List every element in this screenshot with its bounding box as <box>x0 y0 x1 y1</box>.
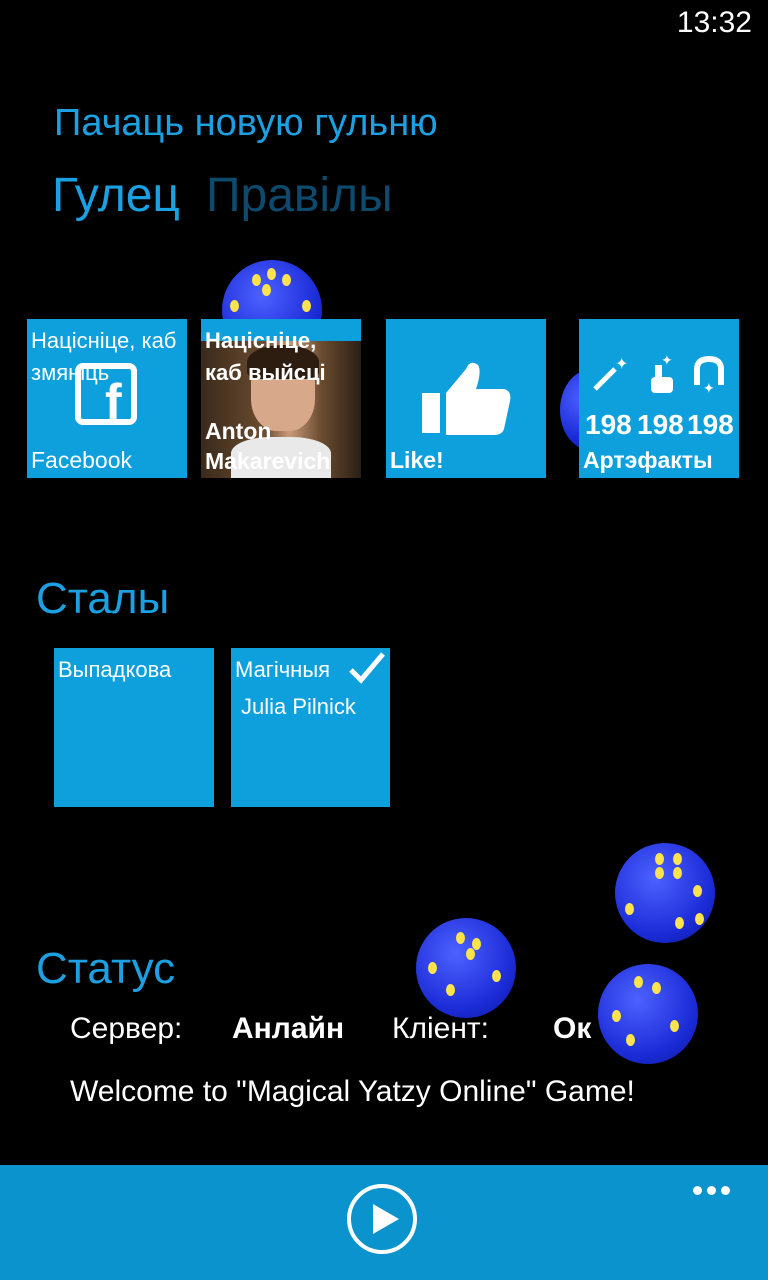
tile-label: Выпадкова <box>58 657 172 682</box>
table-random-tile[interactable]: Выпадкова <box>54 648 214 807</box>
tile-label: Магічныя <box>235 657 331 682</box>
server-label: Сервер: <box>70 1012 183 1045</box>
die-decoration <box>598 964 698 1064</box>
magnet-icon: ✦ <box>694 355 724 395</box>
table-magic-tile[interactable]: Магічныя Julia Pilnick <box>231 648 390 807</box>
client-label: Кліент: <box>392 1012 489 1045</box>
status-section-title: Статус <box>36 944 176 993</box>
checkmark-icon <box>349 652 385 684</box>
more-icon[interactable] <box>688 1182 730 1200</box>
svg-text:✦: ✦ <box>615 356 628 373</box>
artifact-count: 198 <box>637 409 684 440</box>
tile-hint: Націсніце, каб выйсці <box>205 328 326 385</box>
profile-tile[interactable]: Націсніце, каб выйсці Anton Makarevich <box>201 319 361 478</box>
pivot-rules[interactable]: Правілы <box>206 168 393 223</box>
tables-section-title: Сталы <box>36 574 170 623</box>
server-status: Анлайн <box>232 1012 345 1045</box>
tap-icon: ✦ <box>651 353 673 393</box>
artifacts-tile[interactable]: ✦ ✦ ✦ 198 198 198 Артэфакты <box>579 319 739 478</box>
artifact-count: 198 <box>585 409 632 440</box>
die-decoration <box>416 918 516 1018</box>
app-title: Пачаць новую гульню <box>54 102 438 144</box>
svg-text:✦: ✦ <box>661 353 673 368</box>
clock: 13:32 <box>676 6 752 39</box>
status-message: Welcome to "Magical Yatzy Online" Game! <box>70 1075 635 1108</box>
facebook-tile[interactable]: f Націсніце, каб змяніць Facebook <box>27 319 187 478</box>
play-button[interactable] <box>347 1184 417 1254</box>
table-player-name: Julia Pilnick <box>241 694 356 719</box>
pivot-player[interactable]: Гулец <box>52 168 180 223</box>
tile-label: Артэфакты <box>583 447 713 473</box>
artifact-count: 198 <box>687 409 734 440</box>
player-name: Anton Makarevich <box>205 418 331 474</box>
tile-label: Facebook <box>31 447 133 473</box>
tile-label: Like! <box>390 447 444 473</box>
magic-wand-icon: ✦ <box>593 356 628 391</box>
svg-text:✦: ✦ <box>703 380 715 395</box>
thumbs-up-icon <box>422 362 511 435</box>
like-tile[interactable]: Like! <box>386 319 546 478</box>
client-status: Ок <box>553 1012 592 1045</box>
die-decoration <box>615 843 715 943</box>
tile-hint: Націсніце, каб змяніць <box>31 328 177 385</box>
play-icon <box>373 1204 399 1234</box>
